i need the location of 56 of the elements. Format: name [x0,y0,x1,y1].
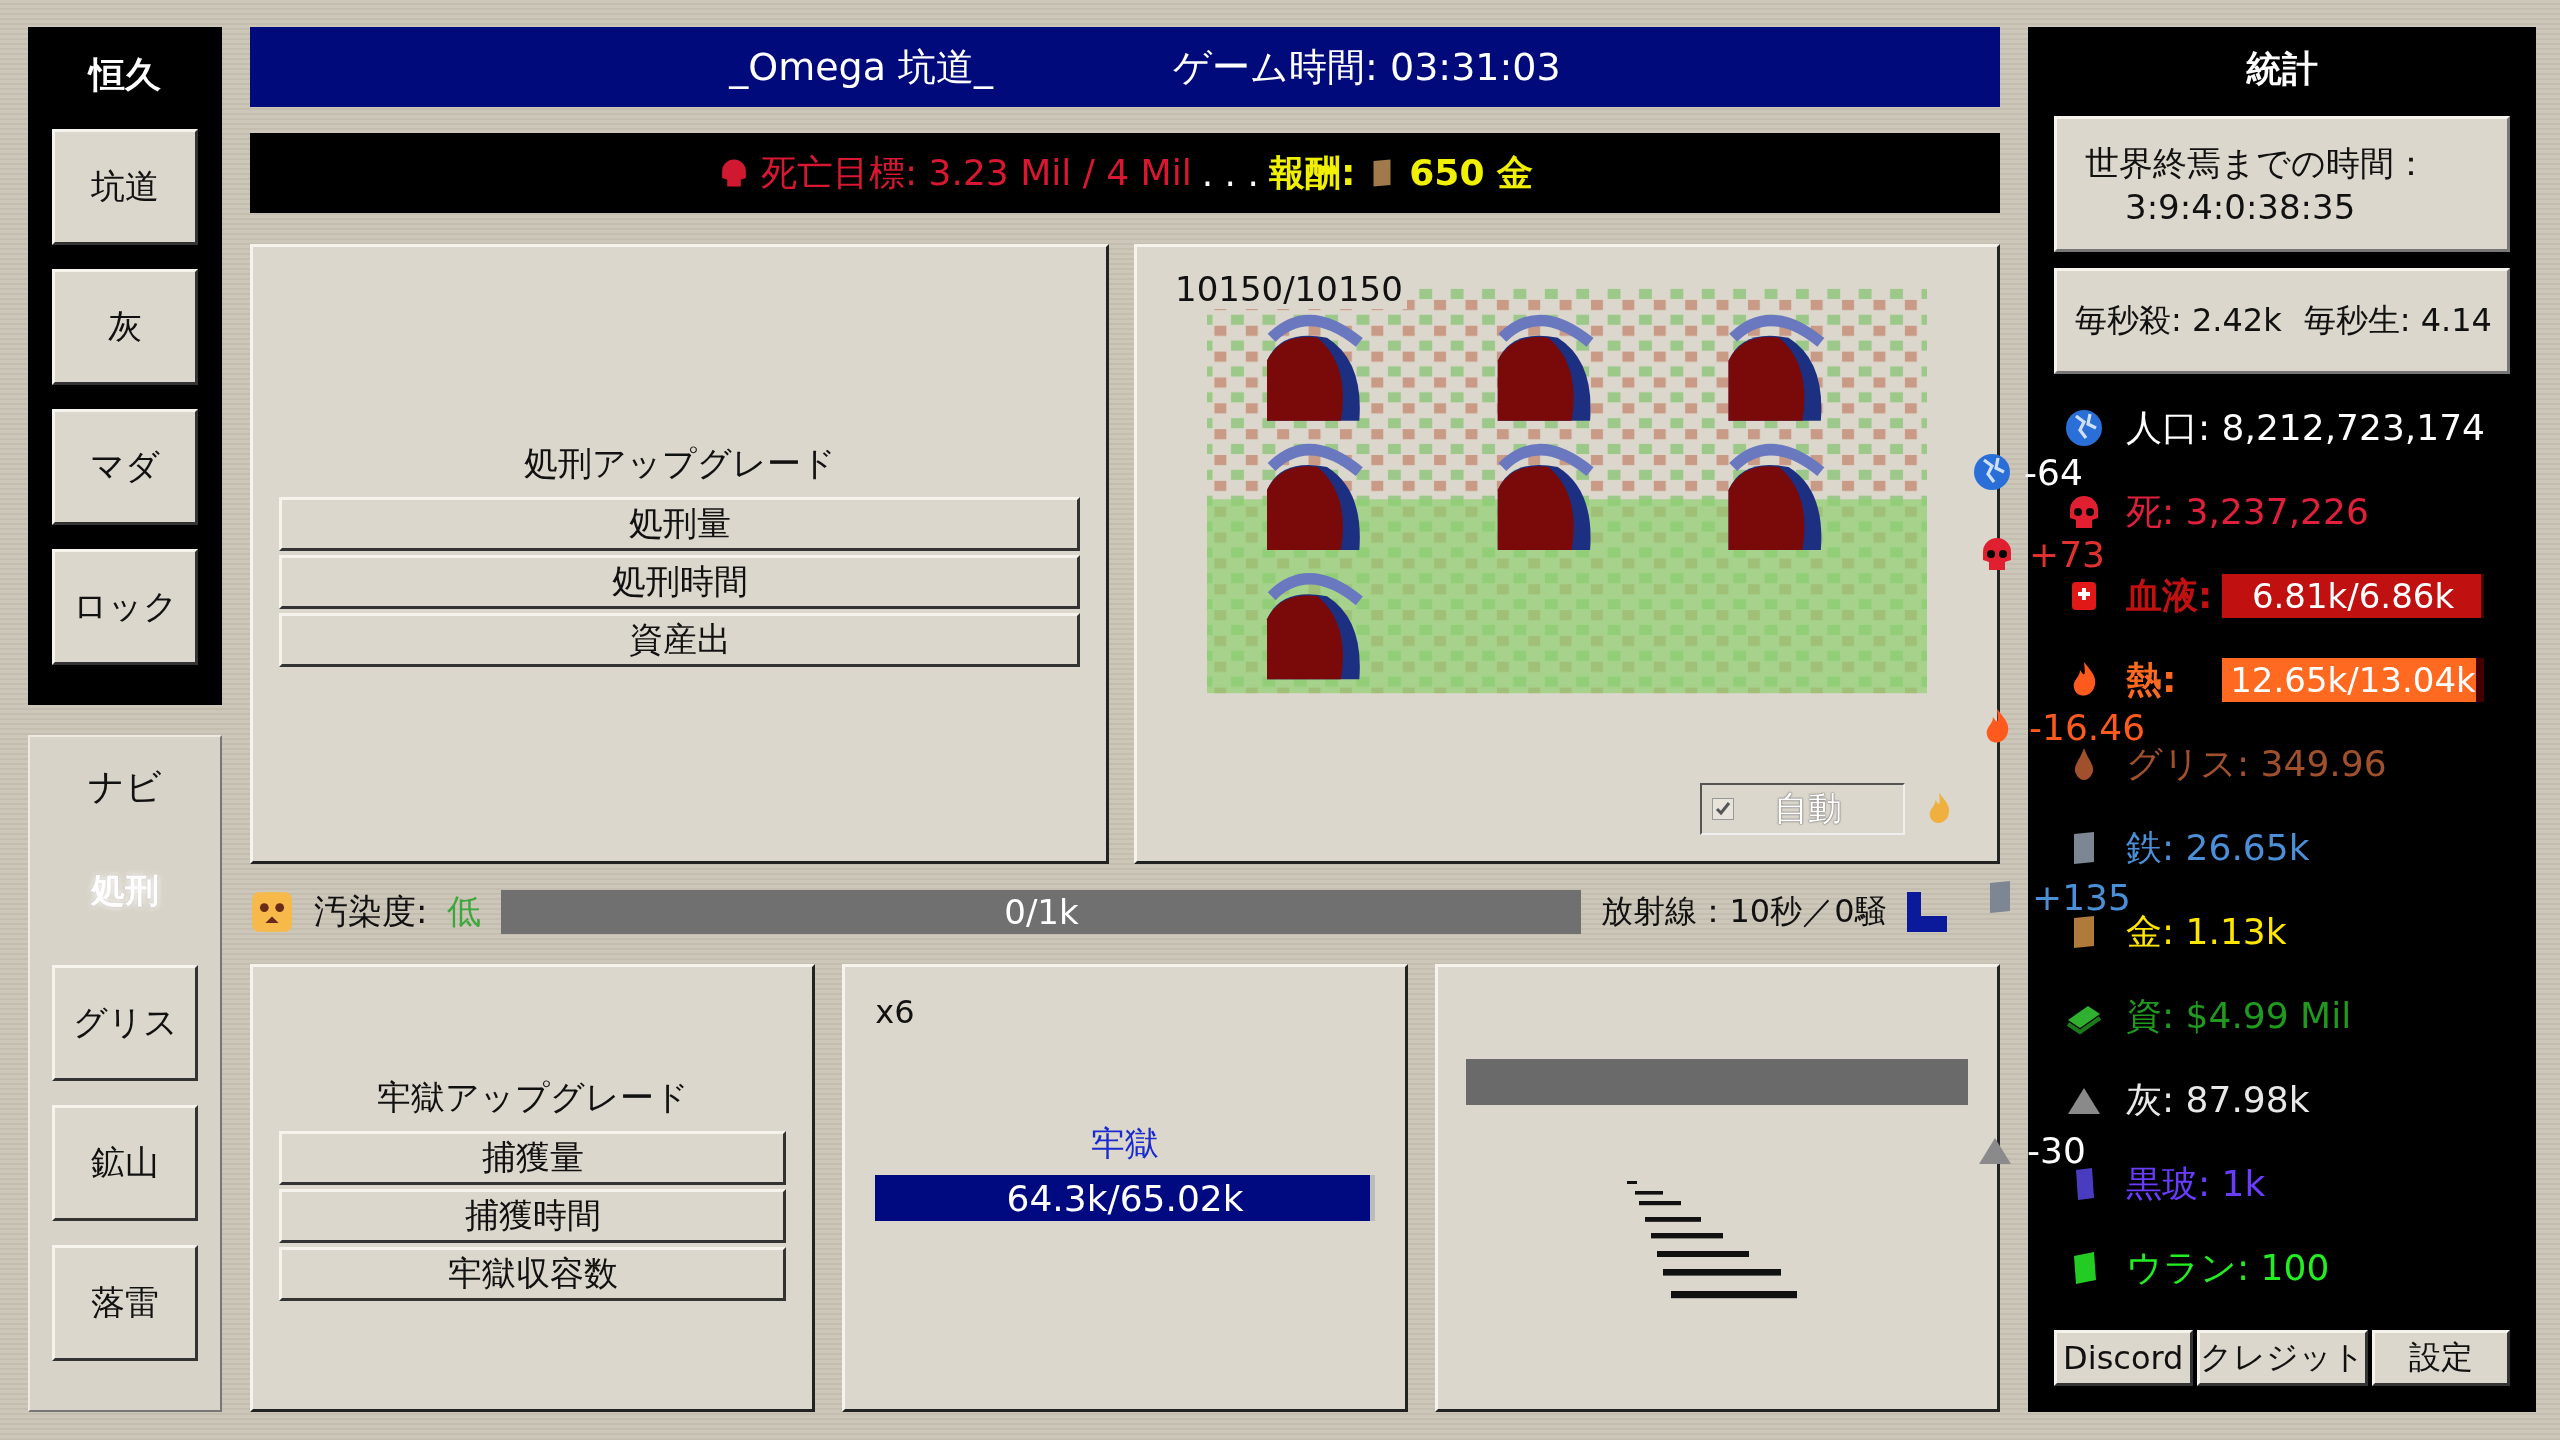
stat-text: ウラン: 100 [2126,1245,2330,1290]
pollution-label: 汚染度: [314,890,428,933]
upgrade-button[interactable]: 捕獲時間 [279,1189,787,1243]
sidebar-item[interactable]: マダ [52,409,198,525]
upgrade-button[interactable]: 処刑時間 [279,555,1080,609]
rate-text: 毎秒殺: 2.42k [2075,300,2282,341]
footer-button[interactable]: クレジット [2196,1330,2368,1386]
corner-block-icon [1906,892,1947,932]
auto-label: 自動 [1774,787,1842,830]
reward-label: 報酬: [1268,150,1356,195]
globe-icon [2064,408,2104,448]
stat-text: 黒玻: 1k [2126,1161,2266,1206]
panel-title: 処刑アップグレード [522,442,837,485]
rate-text: 毎秒生: 4.14 [2303,300,2492,341]
checkbox[interactable] [1712,798,1734,820]
sidebar-title: 恒久 [89,53,161,97]
doomsday-label: 世界終焉までの時間： [2085,142,2429,185]
nav-item[interactable]: 鉱山 [52,1105,198,1221]
footer-button[interactable]: 設定 [2371,1330,2510,1386]
upgrade-button[interactable]: 捕獲量 [279,1131,787,1185]
delta-text: -30 [2027,1129,2086,1171]
sidebar-item[interactable]: 坑道 [52,129,198,245]
delta-text: +73 [2029,533,2105,575]
window-title: _Omega 坑道_ [729,43,994,91]
death-goal: 死亡目標: 3.23 Mil / 4 Mil [761,150,1192,195]
face-icon [250,890,294,934]
footer-button[interactable]: Discord [2054,1330,2193,1386]
pollution-reading: 0/1k [1004,892,1079,932]
stat-reading: 6.81k/6.86k [2251,576,2455,616]
multiplier-text: x6 [875,993,916,1031]
prison-label: 牢獄 [1090,1122,1161,1165]
stat-text: 資: $4.99 Mil [2126,993,2352,1038]
upgrade-button[interactable]: 牢獄収容数 [279,1247,787,1301]
doomsday-time: 3:9:4:0:38:35 [2124,187,2357,227]
nav-title: ナビ [88,765,162,809]
stats-title: 統計 [2245,47,2319,91]
upgrade-button[interactable]: 資産出 [279,613,1080,667]
radiation-text: 放射線：10秒／0騒 [1601,891,1887,932]
upgrade-button[interactable]: 処刑量 [279,497,1080,551]
stat-text: 灰: 87.98k [2126,1077,2310,1122]
stat-reading: 12.65k/13.04k [2230,660,2476,700]
stat-text: 死: 3,237,226 [2126,489,2369,534]
nav-item[interactable]: グリス [52,965,198,1081]
nav-item[interactable]: 落雷 [52,1245,198,1361]
stat-label: 血液: [2126,573,2214,618]
prison-reading: 64.3k/65.02k [1006,1177,1244,1219]
sidebar-item[interactable]: ロック [52,549,198,665]
game-time: ゲーム時間: 03:31:03 [1173,43,1561,91]
stat-text: 鉄: 26.65k [2126,825,2310,870]
sidebar-item[interactable]: 灰 [52,269,198,385]
reward-value: 650 金 [1409,150,1533,195]
stat-text: 人口: 8,212,723,174 [2126,405,2485,450]
stat-label: 熱: [2126,657,2178,702]
panel-title: 牢獄アップグレード [375,1076,690,1119]
separator-dots: . . . [1201,152,1259,194]
pollution-value: 低 [447,890,482,933]
